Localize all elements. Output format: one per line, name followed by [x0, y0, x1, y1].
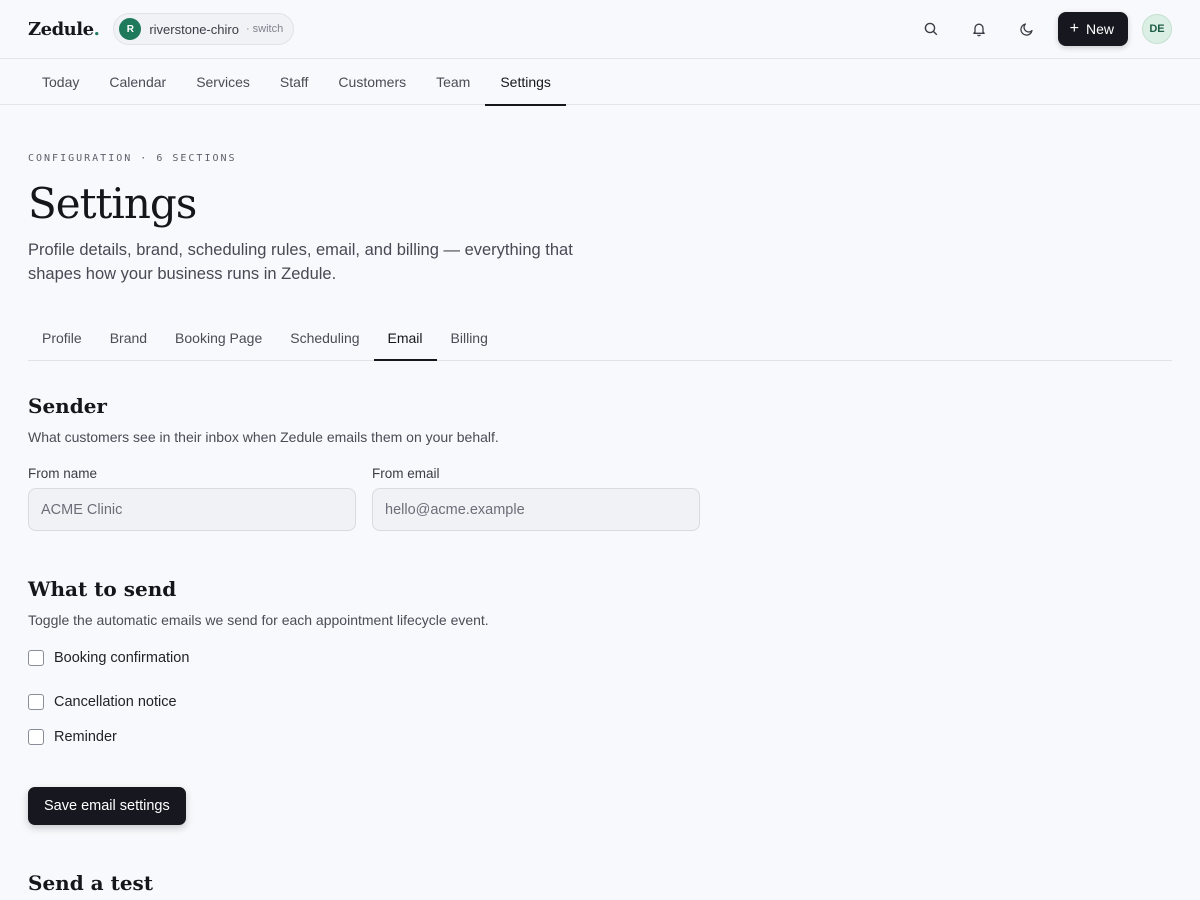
from-name-input[interactable]: ACME Clinic — [28, 488, 356, 531]
search-icon — [924, 22, 937, 36]
nav-tab-settings[interactable]: Settings — [485, 59, 566, 106]
notifications-button[interactable] — [963, 13, 995, 45]
plus-icon: + — [1069, 20, 1079, 37]
what-to-send-description: Toggle the automatic emails we send for … — [28, 612, 489, 628]
from-email-field-group: From email hello@acme.example — [372, 466, 700, 531]
tab-scheduling[interactable]: Scheduling — [276, 316, 373, 360]
bell-icon — [972, 23, 985, 37]
nav-tab-today[interactable]: Today — [27, 59, 94, 105]
save-email-settings-button[interactable]: Save email settings — [28, 787, 186, 825]
option-cancellation-notice[interactable]: Cancellation notice — [28, 684, 1172, 719]
top-bar: Zedule. R riverstone-chiro · switch + Ne… — [0, 0, 1200, 58]
option-label: Cancellation notice — [54, 693, 177, 710]
email-options-list: Booking confirmation Cancellation notice… — [28, 649, 1172, 754]
moon-icon — [1019, 23, 1033, 36]
option-label: Reminder — [54, 728, 117, 745]
workspace-name: riverstone-chiro — [149, 21, 239, 37]
send-test-section: Send a test — [28, 870, 1172, 896]
nav-tab-team[interactable]: Team — [421, 59, 485, 105]
option-reminder[interactable]: Reminder — [28, 719, 1172, 754]
send-test-title: Send a test — [28, 871, 154, 895]
tab-profile[interactable]: Profile — [28, 316, 96, 360]
new-button[interactable]: + New — [1057, 12, 1128, 46]
sender-section: Sender What customers see in their inbox… — [28, 393, 1172, 531]
nav-tab-staff[interactable]: Staff — [265, 59, 324, 105]
settings-tabs: Profile Brand Booking Page Scheduling Em… — [28, 316, 1172, 361]
main-nav: Today Calendar Services Staff Customers … — [0, 58, 1200, 106]
nav-tab-services[interactable]: Services — [181, 59, 265, 105]
sender-title: Sender — [28, 394, 107, 418]
app-logo[interactable]: Zedule. — [28, 19, 100, 40]
workspace-switch-label: · switch — [245, 23, 284, 35]
from-email-label: From email — [372, 466, 440, 481]
tab-email[interactable]: Email — [373, 316, 437, 361]
from-email-input[interactable]: hello@acme.example — [372, 488, 700, 531]
theme-toggle-button[interactable] — [1011, 13, 1043, 45]
search-button[interactable] — [915, 13, 947, 45]
new-button-label: New — [1085, 21, 1114, 37]
from-name-field-group: From name ACME Clinic — [28, 466, 356, 531]
page-title: Settings — [28, 179, 197, 228]
option-booking-confirmation[interactable]: Booking confirmation — [28, 649, 1172, 666]
page-description: Profile details, brand, scheduling rules… — [28, 241, 573, 283]
user-avatar[interactable]: DE — [1142, 14, 1172, 44]
tab-booking-page[interactable]: Booking Page — [161, 316, 276, 360]
nav-tab-calendar[interactable]: Calendar — [94, 59, 181, 105]
cancellation-notice-checkbox[interactable] — [28, 693, 44, 710]
option-label: Booking confirmation — [54, 649, 190, 666]
what-to-send-title: What to send — [28, 577, 177, 601]
booking-confirmation-checkbox[interactable] — [28, 649, 44, 666]
tab-billing[interactable]: Billing — [437, 316, 502, 360]
nav-tab-customers[interactable]: Customers — [323, 59, 421, 105]
sender-description: What customers see in their inbox when Z… — [28, 429, 499, 445]
what-to-send-section: What to send Toggle the automatic emails… — [28, 576, 1172, 825]
workspace-avatar: R — [119, 18, 142, 40]
workspace-switcher[interactable]: R riverstone-chiro · switch — [113, 13, 295, 45]
tab-brand[interactable]: Brand — [96, 316, 161, 360]
page-eyebrow: CONFIGURATION · 6 SECTIONS — [28, 153, 237, 164]
settings-content: CONFIGURATION · 6 SECTIONS Settings Prof… — [28, 105, 1172, 896]
reminder-checkbox[interactable] — [28, 728, 44, 745]
from-name-label: From name — [28, 466, 98, 481]
